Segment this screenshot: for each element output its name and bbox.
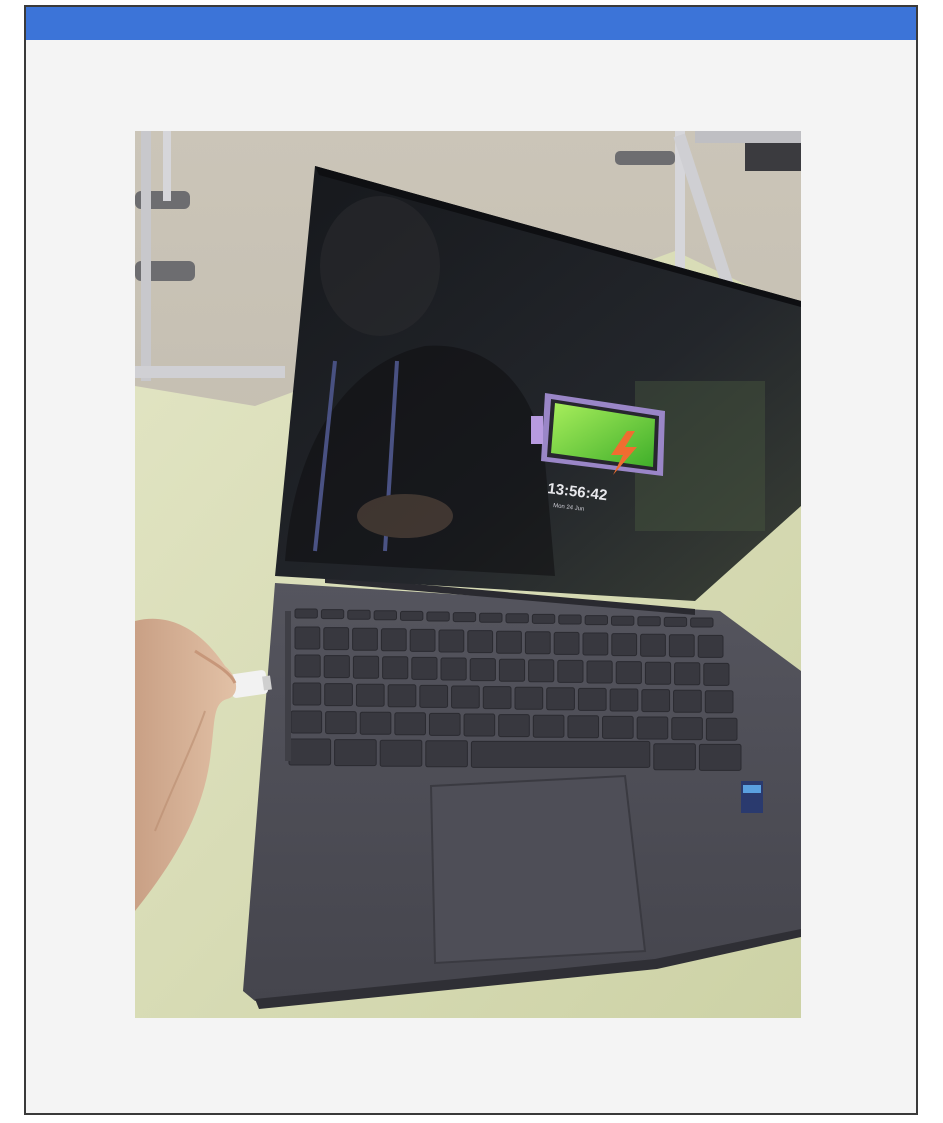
keyboard-key (528, 659, 555, 683)
keyboard-key (325, 711, 357, 735)
header-bar (26, 7, 916, 40)
keyboard-key (294, 626, 321, 650)
keyboard-key (411, 656, 438, 680)
keyboard-key (653, 743, 696, 771)
keyboard-key (469, 658, 496, 682)
keyboard-key (668, 634, 695, 658)
keyboard-key (546, 687, 575, 711)
keyboard-key (347, 609, 371, 620)
keyboard-key (671, 717, 703, 741)
keyboard-key (379, 739, 423, 767)
keyboard-key (582, 632, 609, 656)
keyboard-key (644, 661, 672, 685)
keyboard-key (482, 686, 512, 710)
keyboard-key (438, 629, 465, 653)
keyboard-key (615, 661, 642, 685)
keyboard-key (463, 713, 496, 737)
keyboard-key (451, 685, 480, 709)
keyboard-key (567, 715, 600, 739)
keyboard-key (704, 690, 734, 714)
keyboard-key (359, 711, 392, 735)
keyboard-key (674, 662, 701, 686)
keyboard-key (611, 633, 638, 657)
keyboard-key (584, 615, 608, 626)
keyboard-key (323, 627, 350, 651)
keyboard-key (479, 612, 503, 623)
keyboard-key (557, 659, 584, 683)
keyboard-key (409, 628, 436, 652)
keyboard-key (292, 682, 322, 706)
keyboard-key (419, 684, 449, 708)
keyboard-key (586, 660, 613, 684)
keyboard-key (531, 613, 556, 624)
keyboard-key (703, 662, 730, 686)
keyboard-key (705, 717, 738, 741)
keyboard-key (400, 610, 424, 621)
keyboard-key (394, 712, 426, 736)
keyboard-key (690, 617, 714, 628)
keyboard-key (352, 627, 378, 651)
keyboard-key (426, 611, 450, 622)
keyboard-key (355, 683, 385, 707)
keyboard-key (609, 688, 639, 712)
keyboard-key (320, 609, 345, 620)
keyboard-key (553, 631, 580, 655)
keyboard-key (498, 658, 526, 682)
keyboard-key (532, 714, 565, 738)
keyboard-key (324, 683, 353, 707)
keyboard-key (352, 655, 380, 679)
keyboard-key (380, 628, 407, 652)
keyboard-key (640, 633, 666, 657)
keyboard-key (290, 710, 323, 734)
keyboard-key (428, 712, 461, 736)
keyboard-key (387, 684, 417, 708)
keyboard-key (452, 612, 477, 623)
keyboard-key (425, 740, 468, 768)
keyboard-key (698, 743, 742, 771)
keyboard-key (558, 614, 582, 625)
keyboard-key (373, 610, 397, 621)
keyboard-key (294, 654, 321, 678)
image-panel: 13:56:42 Mon 24 Jun (24, 5, 918, 1115)
keyboard-key (467, 630, 494, 654)
keyboard-key (496, 630, 522, 654)
keyboard-key (440, 657, 467, 681)
touchpad (429, 774, 647, 965)
keyboard-key (637, 616, 661, 627)
keyboard-key (498, 714, 530, 738)
keyboard-key (288, 738, 332, 766)
keyboard-key (294, 608, 318, 619)
keyboard-key (663, 616, 688, 627)
keyboard-key (470, 740, 651, 768)
keyboard-key (514, 686, 544, 710)
keyboard-key (323, 655, 350, 679)
keyboard-key (334, 739, 377, 767)
laptop-photo: 13:56:42 Mon 24 Jun (135, 131, 801, 1018)
keyboard-key (611, 615, 635, 626)
keyboard-key (524, 631, 551, 655)
keyboard-key (636, 716, 669, 740)
keyboard-key (577, 687, 607, 711)
keyboard-key (505, 613, 529, 624)
keyboard-key (697, 634, 724, 658)
keyboard-key (673, 689, 702, 713)
keyboard-key (382, 656, 409, 680)
keyboard-key (602, 715, 634, 739)
keyboard-key (641, 689, 671, 713)
